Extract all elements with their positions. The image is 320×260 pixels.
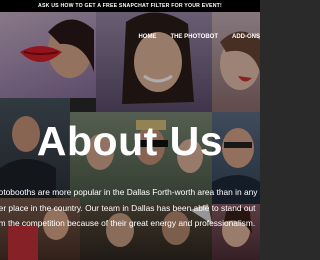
- main-nav: HOME THE PHOTOBOT ADD-ONS: [124, 34, 260, 40]
- page-title: About Us: [36, 118, 224, 164]
- nav-add-ons[interactable]: ADD-ONS: [232, 34, 260, 40]
- about-line-2: her place in the country. Our team in Da…: [0, 202, 256, 213]
- about-paragraph: hotobooths are more popular in the Dalla…: [0, 185, 274, 232]
- nav-the-photobot[interactable]: THE PHOTOBOT: [170, 34, 218, 40]
- about-line-3: om the competition because of their grea…: [0, 218, 256, 228]
- announcement-text: ASK US HOW TO GET A FREE SNAPCHAT FILTER…: [38, 3, 222, 9]
- nav-home[interactable]: HOME: [138, 34, 156, 40]
- announcement-bar[interactable]: ASK US HOW TO GET A FREE SNAPCHAT FILTER…: [0, 0, 260, 12]
- about-line-1: hotobooths are more popular in the Dalla…: [0, 187, 258, 197]
